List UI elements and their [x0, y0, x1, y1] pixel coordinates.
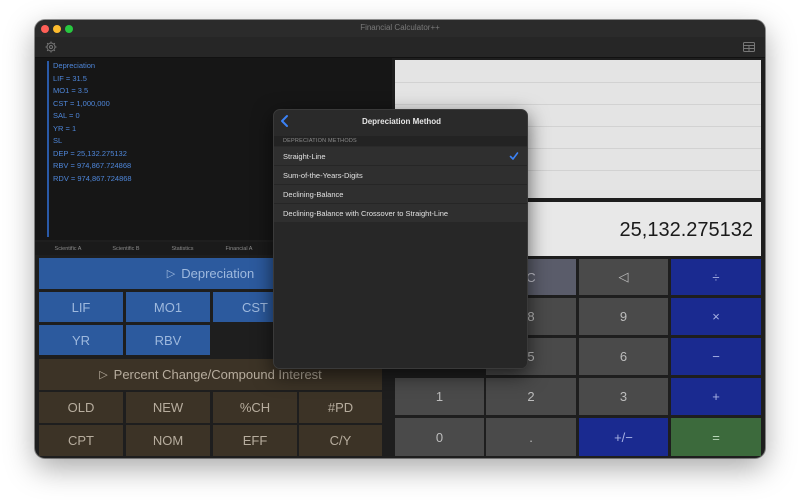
tape-line: LIF = 31.5 — [53, 74, 87, 83]
multiply-button[interactable]: × — [671, 298, 761, 335]
tape-line: YR = 1 — [53, 124, 77, 133]
checkmark-icon — [509, 152, 519, 160]
digit-0-button[interactable]: 0 — [395, 418, 484, 456]
eff-button[interactable]: EFF — [213, 425, 297, 456]
display-value: 25,132.275132 — [619, 219, 753, 241]
tab-scientific-b[interactable]: Scientific B — [97, 244, 155, 254]
method-label: Declining-Balance — [283, 190, 344, 199]
mo1-button[interactable]: MO1 — [126, 292, 210, 322]
popover-title: Depreciation Method — [361, 117, 442, 126]
method-declining-balance-crossover[interactable]: Declining-Balance with Crossover to Stra… — [274, 204, 527, 223]
cpt-button[interactable]: CPT — [39, 425, 123, 456]
method-label: Declining-Balance with Crossover to Stra… — [283, 209, 449, 218]
gear-icon[interactable] — [45, 41, 57, 53]
new-button[interactable]: NEW — [126, 392, 210, 423]
digit-3-button[interactable]: 3 — [579, 378, 668, 415]
rbv-button[interactable]: RBV — [126, 325, 210, 355]
popover-empty-area — [274, 222, 527, 368]
nom-button[interactable]: NOM — [126, 425, 210, 456]
sidebar-toggle-icon[interactable] — [743, 42, 755, 52]
tape-line: DEP = 25,132.275132 — [53, 149, 127, 158]
tab-financial-a[interactable]: Financial A — [210, 244, 268, 254]
paper-rule — [395, 82, 761, 83]
tape-line: RDV = 974,867.724868 — [53, 174, 132, 183]
method-sum-of-years-digits[interactable]: Sum-of-the-Years-Digits — [274, 166, 527, 185]
tape-accent-bar — [47, 61, 49, 237]
equals-button[interactable]: = — [671, 418, 761, 456]
method-label: Straight-Line — [283, 152, 326, 161]
periods-button[interactable]: #PD — [299, 392, 382, 423]
method-straight-line[interactable]: Straight-Line — [274, 147, 527, 166]
decimal-button[interactable]: . — [486, 418, 576, 456]
sign-toggle-button[interactable]: +/− — [579, 418, 668, 456]
yr-button[interactable]: YR — [39, 325, 123, 355]
digit-1-button[interactable]: 1 — [395, 378, 484, 415]
digit-2-button[interactable]: 2 — [486, 378, 576, 415]
depreciation-label: Depreciation — [181, 266, 255, 281]
popover-section-header: DEPRECIATION METHODS — [274, 136, 527, 146]
tape-line: RBV = 974,867.724868 — [53, 161, 132, 170]
old-button[interactable]: OLD — [39, 392, 123, 423]
window-title: Financial Calculator++ — [360, 23, 440, 32]
tape-line: SL — [53, 136, 63, 145]
play-triangle-icon: ▷ — [166, 268, 176, 280]
method-declining-balance[interactable]: Declining-Balance — [274, 185, 527, 204]
digit-6-button[interactable]: 6 — [579, 338, 668, 375]
tape-line: CST = 1,000,000 — [53, 99, 110, 108]
tab-statistics[interactable]: Statistics — [155, 244, 210, 254]
play-triangle-icon: ▷ — [99, 369, 108, 381]
tape-line: SAL = 0 — [53, 111, 80, 120]
paper-rule — [395, 104, 761, 105]
title-bar: Financial Calculator++ — [35, 20, 765, 37]
lif-button[interactable]: LIF — [39, 292, 123, 322]
divide-button[interactable]: ÷ — [671, 259, 761, 295]
method-label: Sum-of-the-Years-Digits — [283, 171, 363, 180]
toolbar — [35, 37, 765, 58]
tape-line: Depreciation — [53, 61, 96, 70]
percent-change-key[interactable]: %CH — [213, 392, 297, 423]
percent-change-label: Percent Change/Compound Interest — [113, 367, 322, 382]
backspace-button[interactable]: ◁ — [579, 259, 668, 295]
tape-line: MO1 = 3.5 — [53, 86, 89, 95]
digit-9-button[interactable]: 9 — [579, 298, 668, 335]
compounding-per-year-button[interactable]: C/Y — [299, 425, 382, 456]
add-button[interactable]: + — [671, 378, 761, 415]
depreciation-method-popover: Depreciation Method DEPRECIATION METHODS… — [273, 109, 528, 369]
tab-scientific-a[interactable]: Scientific A — [39, 244, 97, 254]
subtract-button[interactable]: − — [671, 338, 761, 375]
popover-header: Depreciation Method — [274, 110, 527, 134]
